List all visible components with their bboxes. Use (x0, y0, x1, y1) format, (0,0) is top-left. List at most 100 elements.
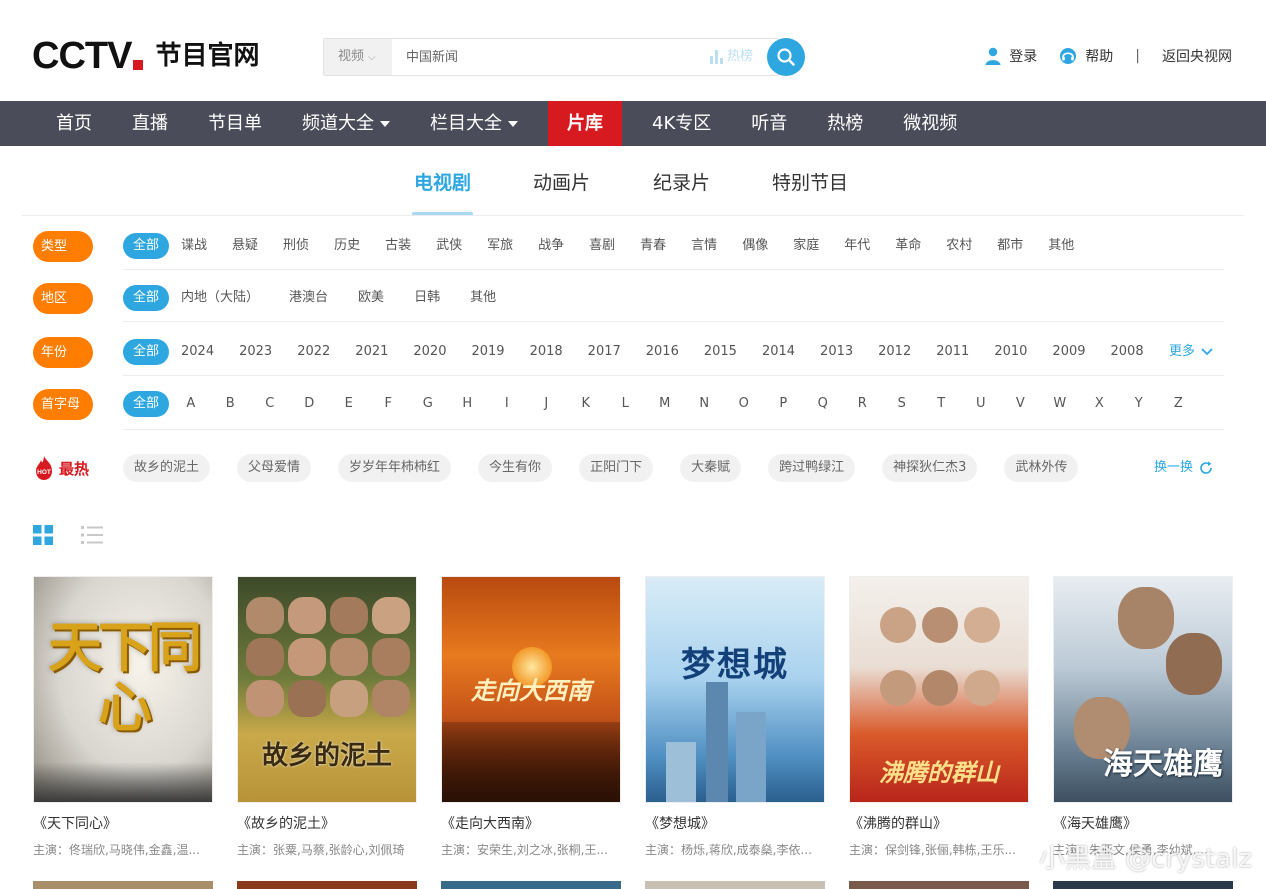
filter-option[interactable]: D (290, 391, 330, 417)
search-category-select[interactable]: 视频 ⌵ (324, 39, 392, 75)
filter-option[interactable]: 2009 (1052, 339, 1085, 365)
filter-option[interactable]: 农村 (946, 233, 972, 259)
search-input[interactable] (406, 39, 696, 75)
tab-special[interactable]: 特别节目 (772, 168, 848, 216)
filter-option[interactable]: 武侠 (436, 233, 462, 259)
hot-tag[interactable]: 故乡的泥土 (123, 454, 211, 482)
filter-option[interactable]: V (1001, 391, 1041, 417)
card-title[interactable]: 《梦想城》 (645, 813, 825, 833)
filter-option[interactable]: 内地（大陆） (181, 285, 259, 311)
filter-option[interactable]: 2014 (762, 339, 795, 365)
next-row-poster[interactable] (33, 881, 213, 889)
hot-tag[interactable]: 跨过鸭绿江 (768, 454, 856, 482)
filter-option[interactable]: 2023 (239, 339, 272, 365)
next-row-poster[interactable] (441, 881, 621, 889)
hot-tag[interactable]: 神探狄仁杰3 (882, 454, 978, 482)
hot-tag[interactable]: 正阳门下 (579, 454, 654, 482)
filter-option[interactable]: 其他 (1048, 233, 1074, 259)
hot-tag[interactable]: 岁岁年年柿柿红 (338, 454, 452, 482)
filter-option[interactable]: K (566, 391, 606, 417)
drama-card[interactable]: 沸腾的群山 《沸腾的群山》 主演：保剑锋,张俪,韩栋,王乐... (849, 576, 1029, 858)
filter-option[interactable]: 历史 (334, 233, 360, 259)
filter-option[interactable]: 言情 (691, 233, 717, 259)
filter-option[interactable]: M (645, 391, 685, 417)
filter-option[interactable]: E (329, 391, 369, 417)
filter-option[interactable]: 2018 (530, 339, 563, 365)
filter-option[interactable]: 悬疑 (232, 233, 258, 259)
filter-option[interactable]: 年代 (844, 233, 870, 259)
nav-item-schedule[interactable]: 节目单 (188, 101, 282, 146)
filter-option[interactable]: 2011 (936, 339, 969, 365)
cctv-logo[interactable]: CCTV 节目官网 (32, 37, 259, 75)
filter-option[interactable]: A (171, 391, 211, 417)
filter-option[interactable]: Q (803, 391, 843, 417)
filter-option[interactable]: 军旅 (487, 233, 513, 259)
filter-option[interactable]: O (724, 391, 764, 417)
card-title[interactable]: 《故乡的泥土》 (237, 813, 417, 833)
filter-option[interactable]: 谍战 (181, 233, 207, 259)
refresh-link[interactable]: 换一换 (1154, 456, 1213, 480)
filter-option[interactable]: 古装 (385, 233, 411, 259)
nav-item-micro-video[interactable]: 微视频 (883, 101, 977, 146)
filter-option[interactable]: Z (1159, 391, 1199, 417)
filter-option[interactable]: I (487, 391, 527, 417)
poster-image[interactable]: 海天雄鹰 (1053, 576, 1233, 803)
filter-option[interactable]: B (211, 391, 251, 417)
nav-item-library[interactable]: 片库 (548, 101, 622, 146)
filter-option[interactable]: F (369, 391, 409, 417)
nav-item-live[interactable]: 直播 (112, 101, 188, 146)
list-view-icon[interactable] (81, 525, 103, 545)
filter-option[interactable]: 2017 (588, 339, 621, 365)
filter-option[interactable]: 其他 (470, 285, 496, 311)
next-row-poster[interactable] (1053, 881, 1233, 889)
filter-option[interactable]: P (764, 391, 804, 417)
filter-option[interactable]: 2012 (878, 339, 911, 365)
card-title[interactable]: 《沸腾的群山》 (849, 813, 1029, 833)
poster-image[interactable]: 故乡的泥土 (237, 576, 417, 803)
nav-item-programs[interactable]: 栏目大全 (410, 101, 538, 146)
grid-view-icon[interactable] (33, 525, 53, 545)
filter-option-all[interactable]: 全部 (123, 285, 170, 311)
filter-option[interactable]: 偶像 (742, 233, 768, 259)
back-to-cctv-link[interactable]: 返回央视网 (1162, 46, 1232, 66)
tab-documentary[interactable]: 纪录片 (653, 168, 710, 216)
filter-option[interactable]: 2016 (646, 339, 679, 365)
poster-image[interactable]: 沸腾的群山 (849, 576, 1029, 803)
filter-option[interactable]: 港澳台 (289, 285, 328, 311)
filter-option[interactable]: J (527, 391, 567, 417)
next-row-poster[interactable] (237, 881, 417, 889)
nav-item-channels[interactable]: 频道大全 (282, 101, 410, 146)
filter-option[interactable]: N (685, 391, 725, 417)
filter-option[interactable]: X (1080, 391, 1120, 417)
card-title[interactable]: 《走向大西南》 (441, 813, 621, 833)
filter-option-all[interactable]: 全部 (123, 391, 170, 417)
filter-option[interactable]: 2013 (820, 339, 853, 365)
search-button[interactable] (767, 38, 805, 76)
filter-option[interactable]: 2019 (471, 339, 504, 365)
tab-tv-drama[interactable]: 电视剧 (411, 168, 474, 216)
hot-tag[interactable]: 父母爱情 (237, 454, 312, 482)
filter-option[interactable]: Y (1119, 391, 1159, 417)
hot-tag[interactable]: 武林外传 (1004, 454, 1079, 482)
drama-card[interactable]: 天下同心 《天下同心》 主演：佟瑞欣,马晓伟,金鑫,温... (33, 576, 213, 858)
hot-tag[interactable]: 大秦赋 (680, 454, 742, 482)
hot-tag[interactable]: 今生有你 (478, 454, 553, 482)
filter-option[interactable]: 刑侦 (283, 233, 309, 259)
filter-option[interactable]: 2024 (181, 339, 214, 365)
filter-option[interactable]: 革命 (895, 233, 921, 259)
filter-option[interactable]: T (922, 391, 962, 417)
card-title[interactable]: 《天下同心》 (33, 813, 213, 833)
nav-item-home[interactable]: 首页 (36, 101, 112, 146)
filter-option[interactable]: 2010 (994, 339, 1027, 365)
next-row-poster[interactable] (645, 881, 825, 889)
filter-option[interactable]: W (1040, 391, 1080, 417)
filter-option-all[interactable]: 全部 (123, 233, 170, 259)
drama-card[interactable]: 走向大西南 《走向大西南》 主演：安荣生,刘之冰,张桐,王... (441, 576, 621, 858)
filter-option[interactable]: L (606, 391, 646, 417)
filter-option[interactable]: S (882, 391, 922, 417)
more-years-link[interactable]: 更多 (1169, 339, 1213, 365)
help-link[interactable]: 帮助 (1059, 46, 1113, 66)
nav-item-hot[interactable]: 热榜 (807, 101, 883, 146)
hot-rank-link[interactable]: 热榜 (710, 39, 753, 75)
filter-option[interactable]: G (408, 391, 448, 417)
